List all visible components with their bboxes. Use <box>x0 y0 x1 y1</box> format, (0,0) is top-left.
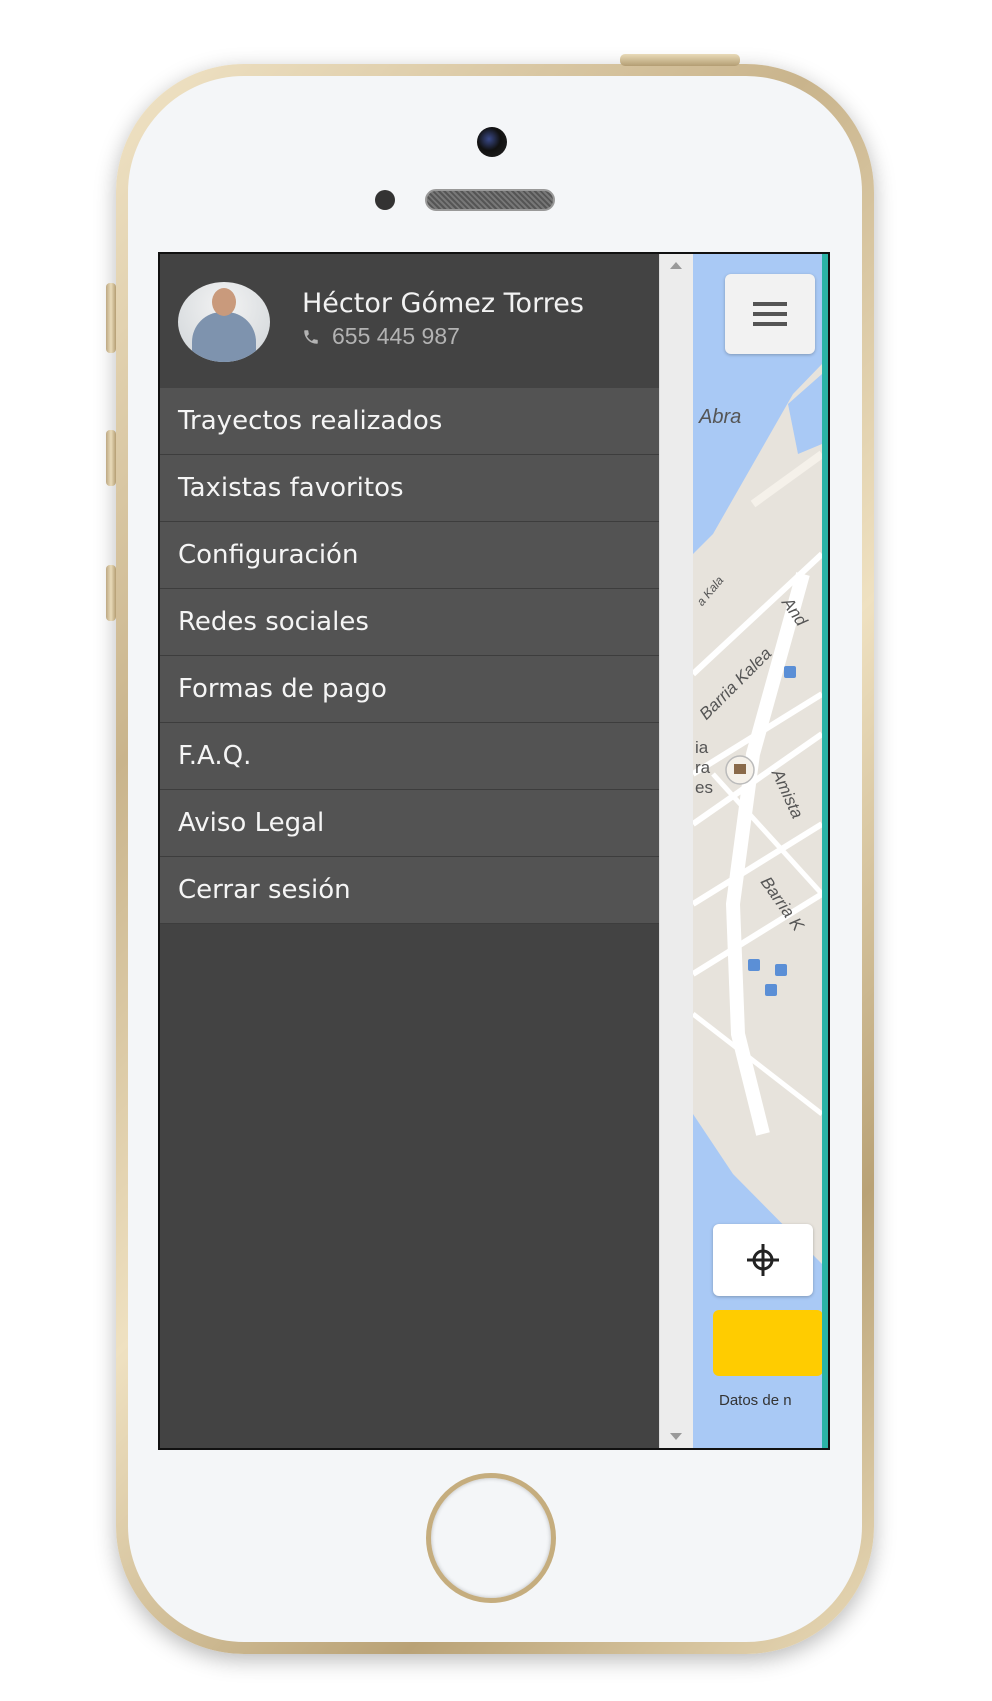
power-button <box>620 54 740 66</box>
hamburger-icon <box>753 302 787 306</box>
user-name: Héctor Gómez Torres <box>302 288 584 319</box>
menu-item-trayectos[interactable]: Trayectos realizados <box>160 388 659 455</box>
drawer-header: Héctor Gómez Torres 655 445 987 <box>160 254 659 388</box>
phone-screen: Héctor Gómez Torres 655 445 987 Trayecto… <box>158 252 830 1450</box>
menu-item-faq[interactable]: F.A.Q. <box>160 723 659 790</box>
proximity-sensor <box>375 190 395 210</box>
scroll-up-arrow-icon[interactable] <box>670 262 682 269</box>
map-label-ia: ia <box>695 738 709 757</box>
scrollbar[interactable] <box>659 254 694 1448</box>
menu-item-taxistas-favoritos[interactable]: Taxistas favoritos <box>160 455 659 522</box>
map-view[interactable]: Abra a Kala Barria Kalea And Amista Barr… <box>693 254 822 1448</box>
side-drawer: Héctor Gómez Torres 655 445 987 Trayecto… <box>160 254 659 1448</box>
mute-switch <box>106 283 116 353</box>
map-attribution: Datos de n <box>719 1392 792 1409</box>
menu-item-redes-sociales[interactable]: Redes sociales <box>160 589 659 656</box>
drawer-menu: Trayectos realizados Taxistas favoritos … <box>160 388 659 924</box>
screen-right-edge <box>822 254 828 1448</box>
menu-item-configuracion[interactable]: Configuración <box>160 522 659 589</box>
phone-icon <box>304 329 318 344</box>
home-button[interactable] <box>426 1473 556 1603</box>
menu-toggle-button[interactable] <box>725 274 815 354</box>
menu-item-aviso-legal[interactable]: Aviso Legal <box>160 790 659 857</box>
menu-item-formas-de-pago[interactable]: Formas de pago <box>160 656 659 723</box>
scroll-down-arrow-icon[interactable] <box>670 1433 682 1440</box>
map-label-es: es <box>695 778 713 797</box>
avatar-head <box>212 288 236 316</box>
volume-down-button <box>106 565 116 621</box>
locate-button[interactable] <box>713 1224 813 1296</box>
avatar[interactable] <box>178 282 270 362</box>
avatar-body <box>192 312 256 362</box>
menu-item-cerrar-sesion[interactable]: Cerrar sesión <box>160 857 659 924</box>
map-label-ra: ra <box>695 758 711 777</box>
hamburger-icon-line-2 <box>753 312 787 316</box>
volume-up-button <box>106 430 116 486</box>
map-label-abra: Abra <box>699 406 742 428</box>
user-phone: 655 445 987 <box>302 323 460 350</box>
hamburger-icon-line-3 <box>753 322 787 326</box>
request-taxi-button[interactable] <box>713 1310 822 1376</box>
earpiece-speaker <box>425 189 555 211</box>
crosshair-icon <box>747 1244 779 1276</box>
user-phone-number: 655 445 987 <box>332 323 460 349</box>
front-camera <box>477 127 507 157</box>
